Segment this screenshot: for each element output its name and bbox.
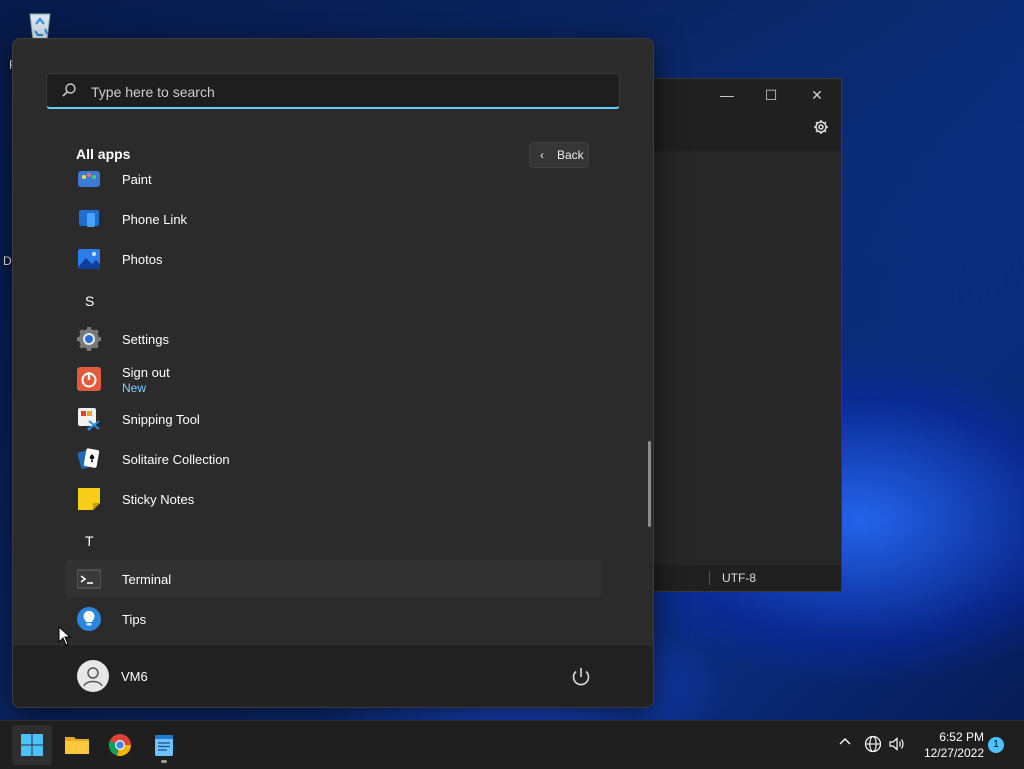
paint-icon (78, 171, 100, 187)
start-icon (21, 734, 43, 756)
avatar[interactable] (77, 660, 109, 692)
start-button[interactable] (12, 725, 52, 765)
maximize-button[interactable]: ☐ (759, 87, 783, 104)
window-toolbar (653, 113, 841, 149)
app-item-phone-link[interactable]: Phone Link (65, 200, 601, 238)
mouse-cursor-icon (58, 626, 72, 646)
app-label: Phone Link (122, 212, 188, 227)
network-icon[interactable] (864, 735, 882, 756)
terminal-icon (77, 569, 101, 589)
app-label: Tips (122, 612, 147, 627)
clock-date: 12/27/2022 (923, 746, 984, 760)
letter-header-s[interactable]: S (85, 293, 94, 309)
recycle-bin-icon[interactable] (22, 6, 58, 42)
snipping-tool-icon (78, 408, 100, 431)
sticky-notes-icon (78, 488, 100, 510)
app-item-settings[interactable]: Settings (65, 320, 601, 358)
taskbar: 6:52 PM 12/27/2022 1 (0, 720, 1024, 769)
app-item-solitaire-collection[interactable]: Solitaire Collection (65, 440, 601, 478)
file-explorer-icon (65, 737, 89, 754)
user-name[interactable]: VM6 (121, 669, 148, 684)
search-icon (62, 83, 76, 97)
start-menu-footer: VM6 (13, 644, 653, 707)
app-item-terminal[interactable]: Terminal (65, 560, 601, 598)
app-label: Snipping Tool (122, 412, 200, 427)
app-label: Sign out (122, 365, 170, 380)
chrome-icon (108, 734, 132, 757)
app-item-paint[interactable]: Paint (65, 165, 601, 198)
editor-area[interactable] (653, 151, 841, 565)
app-list: Paint Phone Link Photos S Settings Sign … (65, 165, 601, 645)
app-item-sticky-notes[interactable]: Sticky Notes (65, 480, 601, 518)
window-title-bar: — ☐ ✕ (653, 79, 841, 113)
app-item-sign-out[interactable]: Sign out New (65, 360, 601, 398)
search-box[interactable] (46, 73, 620, 109)
all-apps-heading: All apps (76, 146, 131, 162)
running-indicator (161, 760, 167, 763)
app-label: Terminal (122, 572, 172, 587)
app-item-snipping-tool[interactable]: Snipping Tool (65, 400, 601, 438)
user-icon (83, 667, 103, 687)
settings-icon (77, 327, 101, 351)
app-label: Paint (122, 172, 152, 187)
app-label: Sticky Notes (122, 492, 195, 507)
new-badge: New (122, 381, 147, 395)
encoding-label[interactable]: UTF-8 (722, 571, 756, 585)
notification-badge[interactable]: 1 (988, 737, 1004, 753)
tips-icon (77, 607, 101, 631)
notepad-window: — ☐ ✕ UTF-8 (652, 78, 842, 592)
notepad-icon (155, 735, 173, 756)
search-input[interactable] (89, 80, 593, 104)
photos-icon (78, 249, 100, 269)
close-button[interactable]: ✕ (805, 87, 829, 104)
taskbar-chrome[interactable] (100, 725, 140, 765)
status-divider (709, 571, 710, 585)
clock-time: 6:52 PM (939, 730, 984, 744)
minimize-button[interactable]: — (715, 87, 739, 103)
phone-link-icon (79, 210, 99, 227)
app-label: Solitaire Collection (122, 452, 230, 467)
solitaire-icon (77, 448, 100, 469)
chevron-up-icon[interactable] (838, 735, 852, 752)
taskbar-notepad[interactable] (144, 725, 184, 765)
taskbar-file-explorer[interactable] (56, 725, 96, 765)
volume-icon[interactable] (888, 735, 906, 756)
start-menu: All apps ‹ Back Paint Phone Link Photos … (12, 38, 654, 708)
app-item-tips[interactable]: Tips (65, 600, 601, 638)
app-item-photos[interactable]: Photos (65, 240, 601, 278)
gear-icon[interactable] (813, 119, 829, 140)
power-icon[interactable] (569, 665, 593, 689)
sign-out-icon (77, 367, 101, 391)
app-label: Settings (122, 332, 169, 347)
chevron-left-icon: ‹ (540, 148, 544, 162)
taskbar-clock[interactable]: 6:52 PM 12/27/2022 (912, 729, 984, 761)
app-label: Photos (122, 252, 163, 267)
back-button-label: Back (557, 148, 584, 162)
status-bar: UTF-8 (653, 565, 841, 591)
letter-header-t[interactable]: T (85, 533, 94, 549)
app-list-scrollbar[interactable] (648, 441, 651, 527)
